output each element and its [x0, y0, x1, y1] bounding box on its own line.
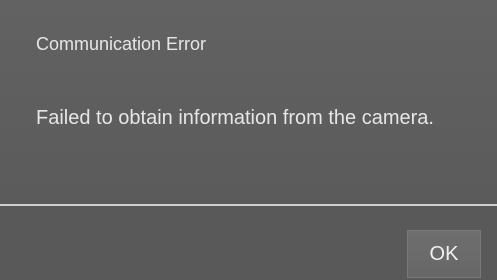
error-dialog: Communication Error Failed to obtain inf… [0, 0, 497, 280]
dialog-message: Failed to obtain information from the ca… [36, 107, 434, 129]
ok-button[interactable]: OK [407, 230, 481, 278]
dialog-title: Communication Error [36, 34, 207, 54]
